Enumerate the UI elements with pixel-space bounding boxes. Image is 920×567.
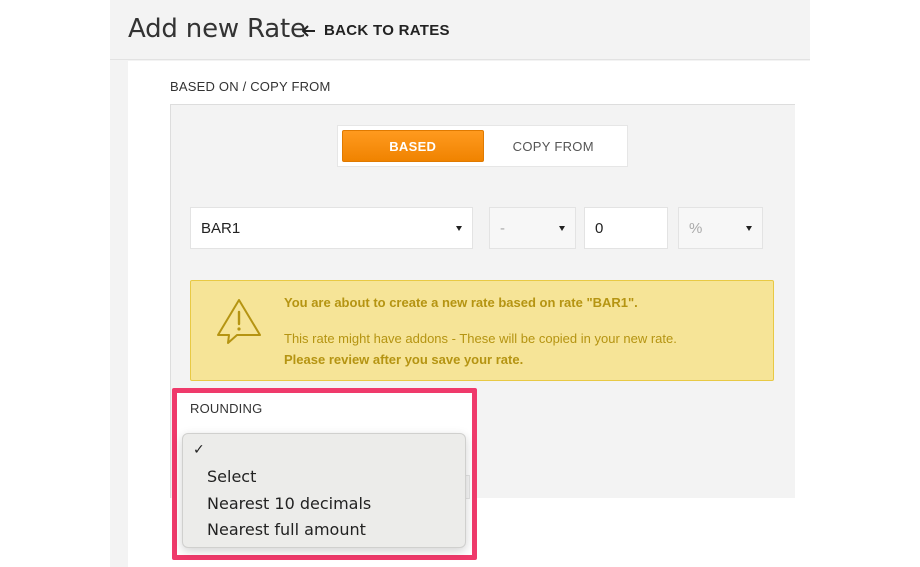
amount-value: 0 <box>595 219 604 237</box>
rounding-option-nearest-10-decimals[interactable]: Nearest 10 decimals <box>207 494 371 513</box>
back-to-rates-label: BACK TO RATES <box>324 22 450 39</box>
back-to-rates-link[interactable]: BACK TO RATES <box>302 22 450 39</box>
alert-message: This rate might have addons - These will… <box>284 331 677 346</box>
warning-alert: You are about to create a new rate based… <box>190 280 774 381</box>
alert-instruction: Please review after you save your rate. <box>284 352 524 367</box>
base-rate-select[interactable]: BAR1 <box>190 207 473 249</box>
based-toggle-button[interactable]: BASED <box>342 130 484 162</box>
sign-value: - <box>500 219 505 237</box>
amount-input[interactable]: 0 <box>584 207 668 249</box>
unit-value: % <box>689 219 703 237</box>
caret-down-icon <box>456 226 462 231</box>
rounding-option-nearest-full-amount[interactable]: Nearest full amount <box>207 520 366 539</box>
based-copy-toggle: BASED COPY FROM <box>337 125 628 167</box>
arrow-left-icon <box>302 24 315 37</box>
caret-down-icon <box>559 226 565 231</box>
rounding-dropdown-menu: ✓ Select Nearest 10 decimals Nearest ful… <box>182 433 466 548</box>
warning-icon <box>217 299 261 344</box>
page-title: Add new Rate <box>128 14 306 44</box>
based-on-label: BASED ON / COPY FROM <box>170 79 331 94</box>
alert-title: You are about to create a new rate based… <box>284 295 638 310</box>
copy-from-toggle-button[interactable]: COPY FROM <box>484 130 624 162</box>
base-rate-value: BAR1 <box>201 219 241 237</box>
unit-select[interactable]: % <box>678 207 763 249</box>
sign-select[interactable]: - <box>489 207 576 249</box>
rounding-option-select[interactable]: Select <box>207 467 256 486</box>
caret-down-icon <box>746 226 752 231</box>
checkmark-icon: ✓ <box>193 442 205 458</box>
